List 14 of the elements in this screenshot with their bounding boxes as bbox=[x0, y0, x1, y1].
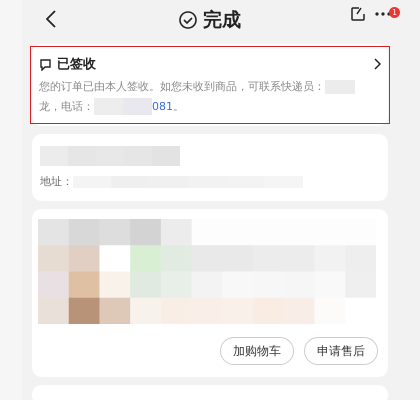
notification-badge: 1 bbox=[389, 7, 400, 18]
back-icon[interactable] bbox=[46, 10, 56, 28]
status-message: 。 bbox=[173, 100, 184, 113]
phone-link[interactable]: 081 bbox=[152, 100, 173, 113]
status-message: 您的订单已由本人签收。如您未收到商品，可联系快递员： bbox=[39, 80, 325, 93]
check-circle-icon bbox=[179, 11, 197, 29]
share-icon[interactable] bbox=[350, 6, 366, 22]
action-button[interactable]: 加购物车 bbox=[220, 337, 294, 365]
status-title: 已签收 bbox=[57, 56, 96, 73]
action-button[interactable]: 申请售后 bbox=[304, 337, 378, 365]
chevron-right-icon[interactable] bbox=[374, 58, 381, 70]
address-label: 地址： bbox=[40, 174, 73, 189]
page-title: 完成 bbox=[203, 8, 241, 33]
status-message: 龙，电话： bbox=[39, 100, 94, 113]
